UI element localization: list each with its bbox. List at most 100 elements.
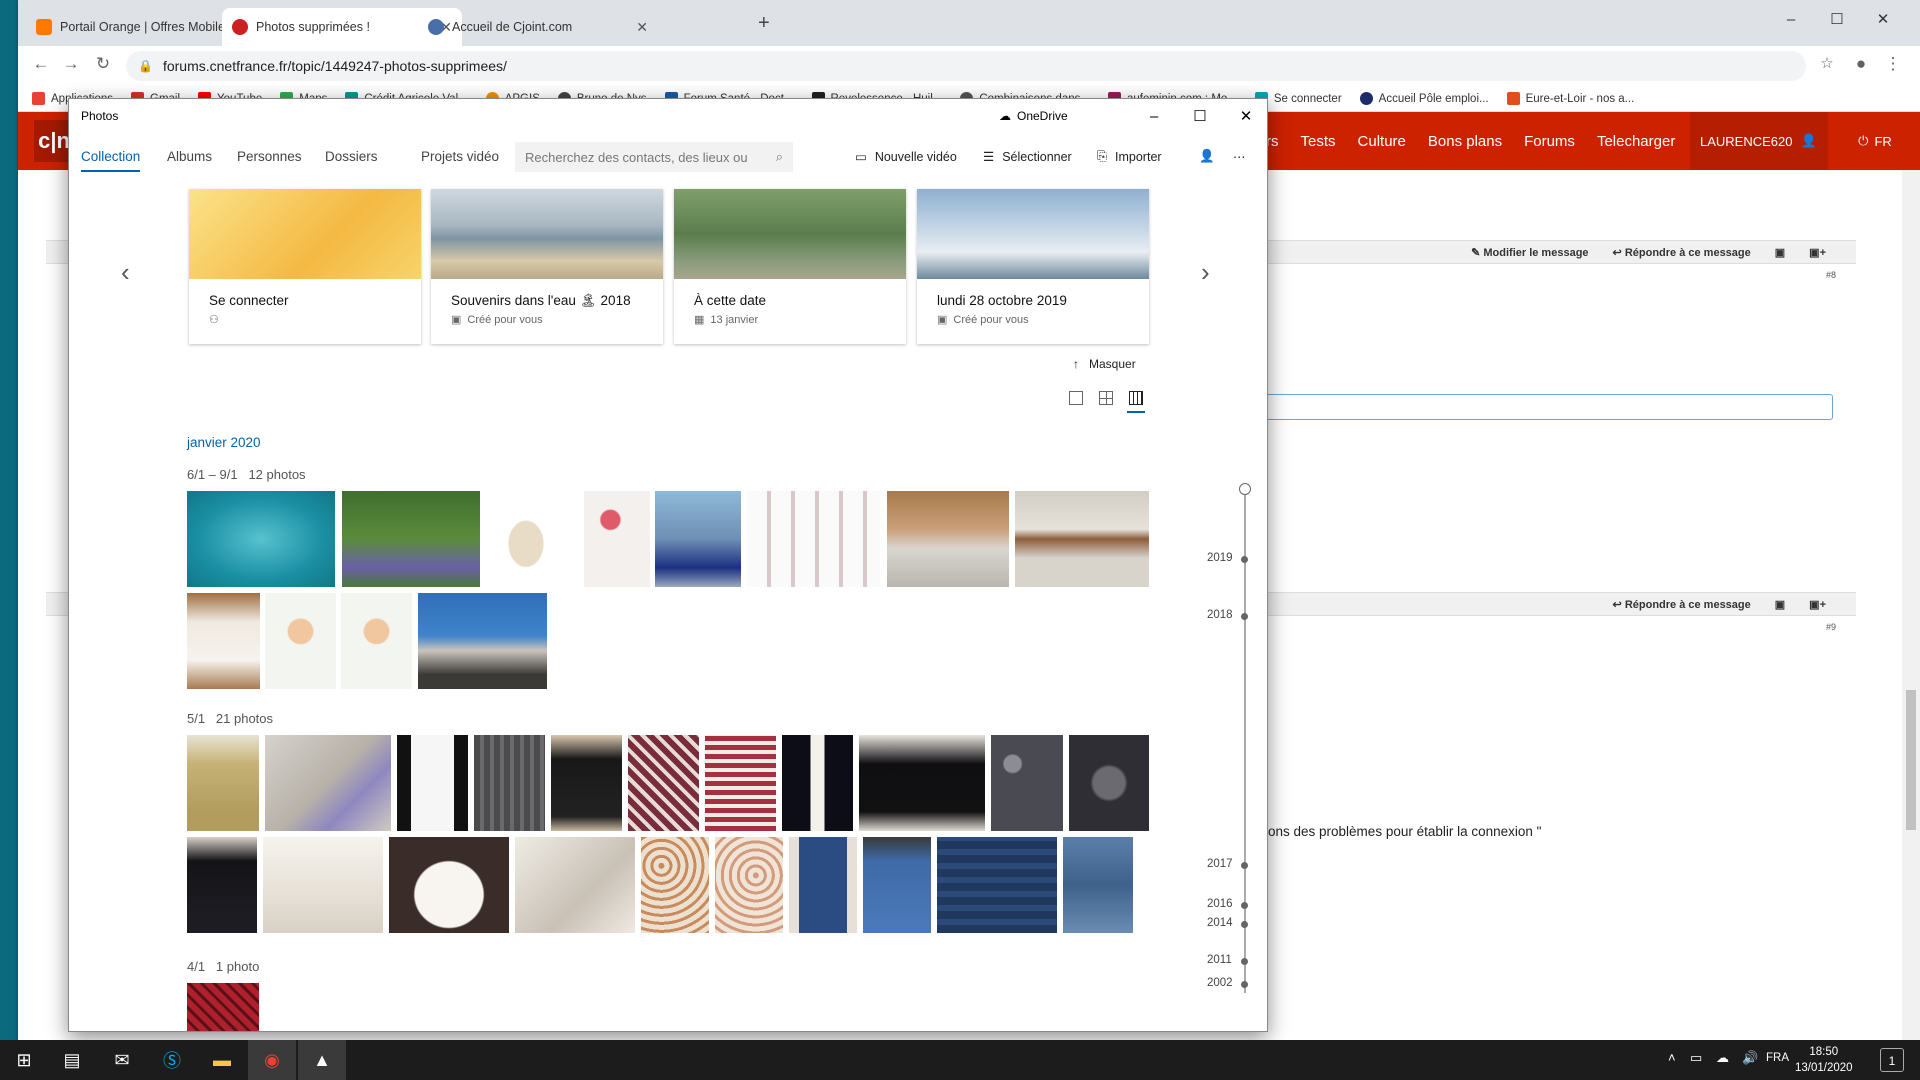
close-icon[interactable]: ✕: [636, 19, 648, 36]
volume-icon[interactable]: 🔊: [1742, 1050, 1758, 1066]
photo-thumbnail[interactable]: [715, 837, 783, 933]
message-number[interactable]: #9: [1826, 622, 1836, 632]
photo-thumbnail[interactable]: [584, 491, 650, 587]
photo-thumbnail[interactable]: [782, 735, 853, 831]
photo-thumbnail[interactable]: [389, 837, 509, 933]
photo-thumbnail[interactable]: [341, 593, 412, 689]
quote-icon[interactable]: ▣: [1775, 598, 1785, 611]
nav-item-forums[interactable]: Forums: [1524, 133, 1575, 150]
browser-tab-cjoint[interactable]: Accueil de Cjoint.com ✕: [418, 8, 658, 46]
memory-card[interactable]: Souvenirs dans l'eau 🏝 2018 ▣ Créé pour v…: [431, 189, 663, 344]
photo-thumbnail[interactable]: [486, 491, 566, 587]
scrollbar-thumb[interactable]: [1906, 690, 1916, 830]
back-arrow-icon[interactable]: ←: [28, 54, 54, 78]
multiquote-icon[interactable]: ▣+: [1809, 246, 1826, 259]
photo-thumbnail[interactable]: [265, 735, 391, 831]
photo-thumbnail[interactable]: [655, 491, 741, 587]
timeline-year[interactable]: 2014: [1207, 917, 1233, 929]
view-small-icon[interactable]: [1129, 391, 1143, 405]
reply-message-link[interactable]: ↩ Répondre à ce message: [1613, 598, 1751, 611]
memory-card[interactable]: À cette date ▦ 13 janvier: [674, 189, 906, 344]
page-scrollbar[interactable]: [1902, 170, 1920, 1040]
photo-thumbnail[interactable]: [263, 837, 383, 933]
clock[interactable]: 18:50 13/01/2020: [1795, 1044, 1853, 1076]
quote-icon[interactable]: ▣: [1775, 246, 1785, 259]
search-icon[interactable]: ⌕: [776, 149, 783, 165]
timeline-top-marker[interactable]: [1239, 483, 1251, 495]
input-language[interactable]: FRA: [1766, 1052, 1789, 1064]
profile-icon[interactable]: ●: [1848, 54, 1874, 78]
show-hidden-icons[interactable]: ˄: [1668, 1050, 1676, 1065]
forward-arrow-icon[interactable]: →: [58, 54, 84, 78]
photo-thumbnail[interactable]: [887, 491, 1009, 587]
photo-thumbnail[interactable]: [265, 593, 336, 689]
nav-item-culture[interactable]: Culture: [1358, 133, 1406, 150]
photo-thumbnail[interactable]: [863, 837, 931, 933]
timeline-year[interactable]: 2002: [1207, 977, 1233, 989]
onedrive-status[interactable]: ☁ OneDrive: [999, 109, 1068, 123]
photo-thumbnail[interactable]: [789, 837, 857, 933]
photo-thumbnail[interactable]: [187, 491, 335, 587]
nav-item-tests[interactable]: Tests: [1301, 133, 1336, 150]
photo-thumbnail[interactable]: [1015, 491, 1149, 587]
reload-icon[interactable]: ↻: [90, 54, 116, 78]
file-explorer-icon[interactable]: ▬: [198, 1040, 246, 1080]
new-video-button[interactable]: ▭ Nouvelle vidéo: [855, 149, 957, 165]
windows-start-icon[interactable]: ⊞: [0, 1040, 48, 1080]
network-icon[interactable]: ▭: [1690, 1050, 1702, 1066]
chevron-right-icon[interactable]: ›: [1201, 257, 1210, 288]
timeline-year[interactable]: 2016: [1207, 898, 1233, 910]
close-window-button[interactable]: ✕: [1223, 99, 1267, 135]
photo-thumbnail[interactable]: [187, 593, 260, 689]
photo-thumbnail[interactable]: [937, 837, 1057, 933]
nav-item-telecharger[interactable]: Telecharger: [1597, 133, 1675, 150]
address-bar[interactable]: 🔒 forums.cnetfrance.fr/topic/1449247-pho…: [126, 51, 1806, 81]
timeline-scrubber[interactable]: [1244, 493, 1246, 993]
multiquote-icon[interactable]: ▣+: [1809, 598, 1826, 611]
chevron-left-icon[interactable]: ‹: [121, 257, 130, 288]
photo-thumbnail[interactable]: [187, 983, 259, 1031]
photo-thumbnail[interactable]: [859, 735, 985, 831]
tab-collection[interactable]: Collection: [81, 149, 141, 172]
close-window-button[interactable]: ✕: [1860, 6, 1906, 34]
photo-thumbnail[interactable]: [515, 837, 635, 933]
mail-icon[interactable]: ✉: [98, 1040, 146, 1080]
photo-thumbnail[interactable]: [705, 735, 776, 831]
task-view-icon[interactable]: ▤: [48, 1040, 96, 1080]
maximize-button[interactable]: ☐: [1177, 99, 1223, 135]
photo-thumbnail[interactable]: [187, 837, 257, 933]
edit-message-link[interactable]: ✎ Modifier le message: [1471, 246, 1588, 259]
timeline-year[interactable]: 2019: [1207, 552, 1233, 564]
photo-thumbnail[interactable]: [418, 593, 547, 689]
minimize-button[interactable]: –: [1768, 6, 1814, 34]
timeline-year[interactable]: 2017: [1207, 858, 1233, 870]
timeline-year[interactable]: 2018: [1207, 609, 1233, 621]
skype-icon[interactable]: Ⓢ: [148, 1040, 196, 1080]
more-options-icon[interactable]: ⋯: [1233, 149, 1246, 164]
maximize-button[interactable]: ☐: [1814, 6, 1860, 34]
bookmark-pole-emploi[interactable]: Accueil Pôle emploi...: [1359, 92, 1489, 105]
tab-projets-video[interactable]: Projets vidéo: [421, 149, 499, 164]
tab-dossiers[interactable]: Dossiers: [325, 149, 378, 164]
photo-thumbnail[interactable]: [1069, 735, 1149, 831]
language-selector[interactable]: ⏻ FR: [1830, 112, 1920, 170]
photo-thumbnail[interactable]: [397, 735, 468, 831]
photo-thumbnail[interactable]: [1063, 837, 1133, 933]
nav-item-bons-plans[interactable]: Bons plans: [1428, 133, 1502, 150]
photo-thumbnail[interactable]: [747, 491, 880, 587]
photo-thumbnail[interactable]: [342, 491, 480, 587]
tab-personnes[interactable]: Personnes: [237, 149, 302, 164]
chrome-icon[interactable]: ◉: [248, 1040, 296, 1080]
reply-input[interactable]: [1233, 394, 1833, 420]
menu-icon[interactable]: ⋮: [1880, 54, 1906, 78]
month-heading[interactable]: janvier 2020: [187, 435, 261, 450]
photo-thumbnail[interactable]: [628, 735, 699, 831]
user-menu[interactable]: LAURENCE620 👤: [1690, 112, 1828, 170]
photo-thumbnail[interactable]: [641, 837, 709, 933]
onedrive-icon[interactable]: ☁: [1716, 1050, 1729, 1066]
message-number[interactable]: #8: [1826, 270, 1836, 280]
bookmark-eure-et-loir[interactable]: Eure-et-Loir - nos a...: [1506, 92, 1634, 105]
photo-thumbnail[interactable]: [474, 735, 545, 831]
timeline-year[interactable]: 2011: [1207, 954, 1232, 966]
tab-albums[interactable]: Albums: [167, 149, 212, 164]
